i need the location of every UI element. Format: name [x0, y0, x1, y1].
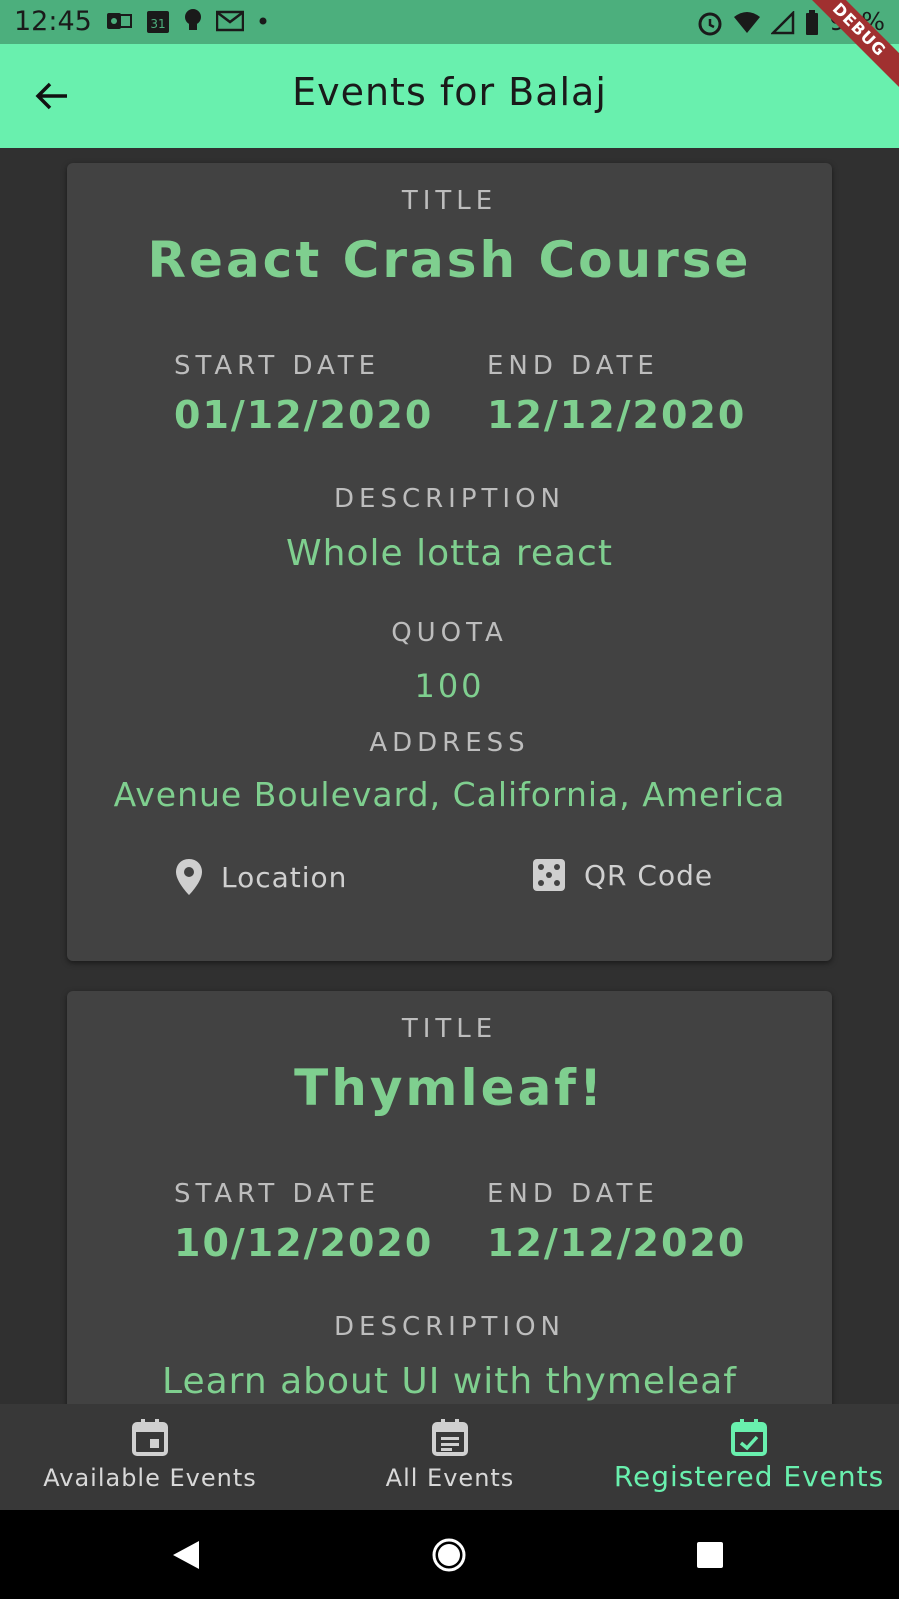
location-pin-icon	[176, 859, 202, 895]
system-recents-button[interactable]	[689, 1534, 731, 1576]
calendar-icon: 31	[147, 11, 169, 33]
nav-label: Available Events	[43, 1464, 257, 1492]
start-date-value: 01/12/2020	[174, 393, 434, 437]
end-date-group: END DATE 12/12/2020	[487, 1179, 807, 1265]
events-list[interactable]: TITLE React Crash Course START DATE 01/1…	[0, 148, 899, 1404]
status-bar: 12:45 31 99%	[0, 0, 899, 44]
lightbulb-icon	[185, 9, 201, 30]
system-navigation-bar	[0, 1510, 899, 1599]
event-available-icon	[731, 1419, 767, 1456]
cell-signal-icon	[771, 10, 795, 34]
address-value: Avenue Boulevard, California, America	[113, 775, 786, 814]
description-label: DESCRIPTION	[334, 484, 565, 514]
end-date-label: END DATE	[487, 351, 659, 381]
title-label: TITLE	[401, 1014, 498, 1044]
start-date-group: START DATE 01/12/2020	[174, 351, 494, 437]
start-date-label: START DATE	[174, 351, 381, 381]
nav-label: Registered Events	[613, 1460, 885, 1493]
end-date-value: 12/12/2020	[487, 393, 747, 437]
outlook-icon	[107, 13, 132, 29]
alarm-icon	[698, 12, 722, 35]
system-home-button[interactable]	[428, 1534, 470, 1576]
qr-code-button[interactable]: QR Code	[532, 858, 713, 892]
end-date-value: 12/12/2020	[487, 1221, 747, 1265]
wifi-icon	[734, 11, 761, 33]
end-date-label: END DATE	[487, 1179, 659, 1209]
description-label: DESCRIPTION	[334, 1312, 565, 1342]
dot-icon	[259, 17, 267, 25]
square-recents-icon	[697, 1542, 723, 1568]
mail-icon	[216, 10, 244, 32]
qr-code-label: QR Code	[584, 858, 714, 892]
location-label: Location	[221, 860, 348, 894]
end-date-group: END DATE 12/12/2020	[487, 351, 807, 437]
start-date-value: 10/12/2020	[174, 1221, 434, 1265]
description-value: Whole lotta react	[286, 533, 613, 574]
status-time: 12:45	[14, 6, 92, 37]
event-card: TITLE React Crash Course START DATE 01/1…	[67, 163, 832, 961]
calendar-today-icon	[132, 1419, 168, 1456]
start-date-label: START DATE	[174, 1179, 381, 1209]
app-bar: Events for Balaj	[0, 44, 899, 148]
triangle-back-icon	[173, 1541, 199, 1569]
event-title: React Crash Course	[147, 231, 752, 289]
bottom-navigation: Available Events All Events Registered E…	[0, 1404, 899, 1510]
start-date-group: START DATE 10/12/2020	[174, 1179, 494, 1265]
quota-label: QUOTA	[391, 618, 508, 648]
system-back-button[interactable]	[165, 1534, 207, 1576]
notification-icons: 31	[106, 8, 268, 34]
address-label: ADDRESS	[369, 728, 530, 758]
nav-label: All Events	[385, 1464, 515, 1492]
calendar-day: 31	[150, 17, 165, 31]
location-button[interactable]: Location	[175, 858, 347, 896]
description-value: Learn about UI with thymeleaf	[162, 1361, 737, 1402]
page-title: Events for Balaj	[292, 70, 607, 114]
event-title: Thymleaf!	[294, 1059, 605, 1117]
battery-icon	[806, 9, 819, 35]
nav-registered-events[interactable]: Registered Events	[599, 1404, 899, 1510]
nav-all-events[interactable]: All Events	[300, 1404, 600, 1510]
event-note-icon	[432, 1419, 468, 1456]
event-card: TITLE Thymleaf! START DATE 10/12/2020 EN…	[67, 991, 832, 1404]
dice-icon	[533, 859, 565, 891]
nav-available-events[interactable]: Available Events	[0, 1404, 300, 1510]
circle-home-icon	[432, 1538, 466, 1572]
title-label: TITLE	[401, 186, 498, 216]
quota-value: 100	[414, 667, 485, 705]
